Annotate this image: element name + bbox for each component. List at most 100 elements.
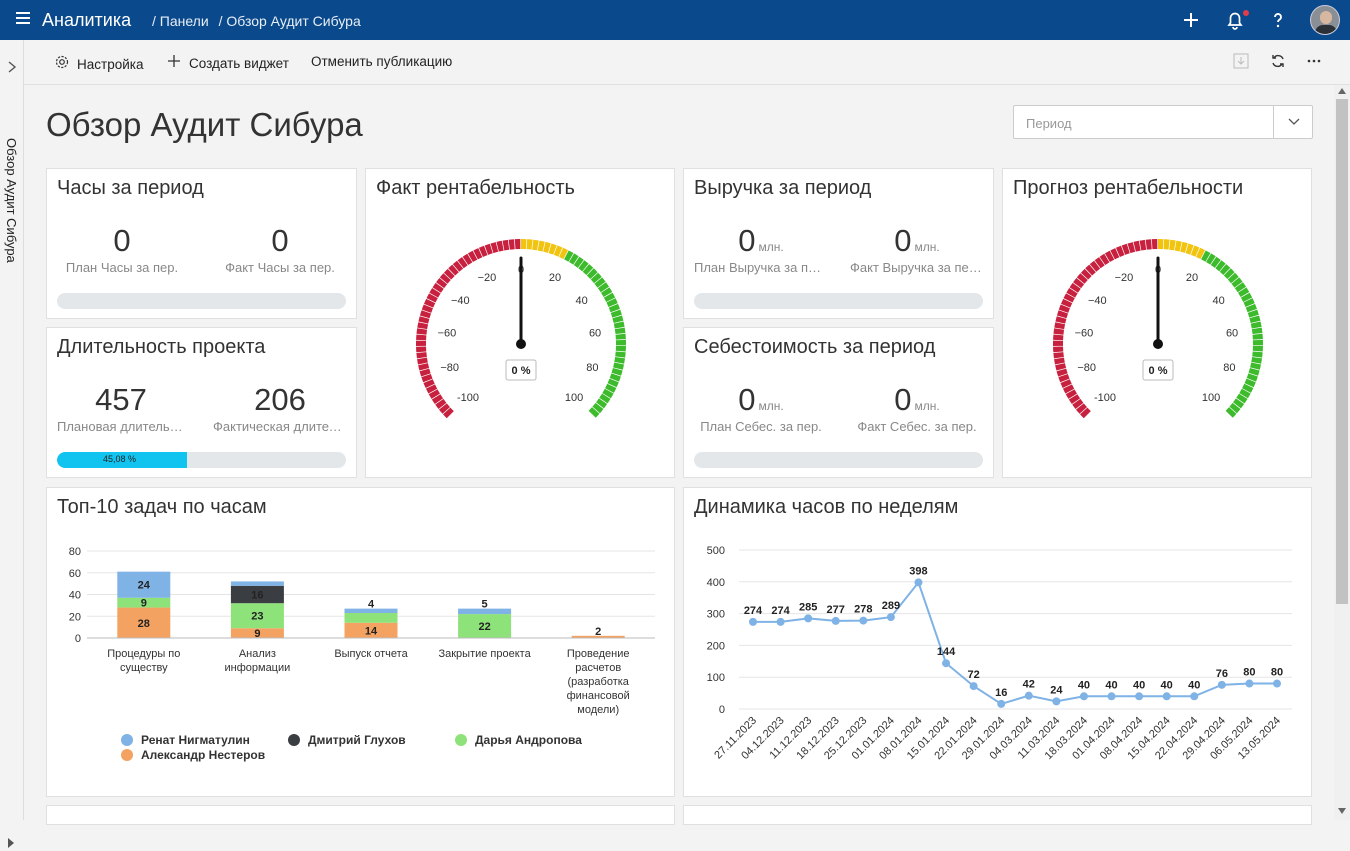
line-point[interactable] [1052, 697, 1061, 706]
scrollbar-thumb[interactable] [1336, 99, 1348, 604]
legend-label[interactable]: Ренат Нигматулин [141, 733, 250, 747]
legend-label[interactable]: Дмитрий Глухов [308, 733, 406, 747]
revenue-fact-label: Факт Выручка за период [850, 260, 984, 275]
forecast-gauge-arc-segment [1252, 345, 1263, 352]
line-point[interactable] [1024, 691, 1033, 700]
cost-plan-value: 0 [738, 382, 756, 417]
forecast-gauge-arc-segment [1053, 352, 1064, 359]
scroll-down-icon[interactable] [1338, 807, 1346, 816]
left-rail: Обзор Аудит Сибура [0, 40, 24, 848]
chevron-down-icon[interactable] [1273, 106, 1313, 138]
bar-segment[interactable] [344, 612, 398, 623]
revenue-plan-label: План Выручка за период [694, 260, 828, 275]
download-icon[interactable] [1230, 52, 1252, 75]
period-select[interactable]: Период [1013, 105, 1313, 139]
help-icon[interactable] [1266, 8, 1290, 32]
plus-icon[interactable] [1179, 8, 1203, 32]
line-point[interactable] [886, 613, 895, 622]
line-point[interactable] [859, 616, 868, 625]
unpublish-button[interactable]: Отменить публикацию [311, 54, 452, 69]
revenue-plan-value: 0 [738, 223, 756, 258]
chevron-right-icon[interactable] [6, 60, 18, 77]
fact-gauge-arc-segment [615, 333, 626, 340]
forecast-gauge-tick-label: −80 [1077, 362, 1096, 374]
line-point[interactable] [1190, 692, 1199, 701]
forecast-gauge-needle-hub [1153, 339, 1163, 349]
forecast-gauge-arc-segment [1251, 327, 1263, 335]
bar-y-tick: 20 [69, 611, 81, 623]
line-point[interactable] [997, 699, 1006, 708]
line-point[interactable] [831, 616, 840, 625]
scroll-up-icon[interactable] [1338, 87, 1346, 96]
menu-icon[interactable] [16, 12, 30, 26]
expand-arrow-icon[interactable] [7, 838, 15, 851]
fact-profitability-gauge: -100−80−60−40−200204060801000 % [416, 239, 626, 419]
cost-title: Себестоимость за период [694, 336, 936, 358]
top-tasks-card: Топ-10 задач по часам 0 20 40 60 80 28 9 24 Проц… [46, 487, 675, 797]
fact-gauge-tick-label: 60 [589, 327, 601, 339]
forecast-gauge-arc-segment [1053, 328, 1065, 335]
bar-y-tick: 80 [69, 546, 81, 558]
forecast-profitability-card: Прогноз рентабельности -100−80−60−40−200… [1002, 168, 1312, 478]
duration-fact-value: 206 [254, 382, 306, 417]
forecast-gauge-tick-label: −40 [1088, 295, 1107, 307]
legend-marker[interactable] [455, 734, 467, 746]
line-point[interactable] [1245, 679, 1254, 688]
legend-marker[interactable] [121, 749, 133, 761]
forecast-gauge-tick-label: −20 [1115, 272, 1134, 284]
legend-label[interactable]: Александр Нестеров [141, 748, 265, 762]
forecast-gauge-tick-label: 20 [1186, 272, 1198, 284]
line-data-label: 40 [1078, 679, 1090, 691]
breadcrumb-panels[interactable]: / Панели [152, 13, 209, 29]
legend-marker[interactable] [121, 734, 133, 746]
line-point[interactable] [1217, 680, 1226, 689]
avatar[interactable] [1310, 5, 1340, 35]
forecast-gauge-tick-label: -100 [1094, 392, 1116, 404]
line-point[interactable] [914, 578, 923, 587]
line-point[interactable] [776, 617, 785, 626]
bar-data-label: 23 [251, 611, 263, 623]
line-y-tick: 0 [719, 704, 725, 716]
line-point[interactable] [1135, 692, 1144, 701]
create-widget-label: Создать виджет [189, 55, 289, 71]
line-point[interactable] [1079, 692, 1088, 701]
weekly-hours-chart: 010020030040050027427.11.202327404.12.20… [707, 545, 1292, 762]
refresh-icon[interactable] [1267, 52, 1289, 75]
rail-title[interactable]: Обзор Аудит Сибура [4, 138, 19, 263]
cost-plan-label: План Себес. за пер. [700, 419, 822, 434]
duration-progress-label: 45,08 % [103, 454, 137, 464]
legend-marker[interactable] [288, 734, 300, 746]
line-point[interactable] [749, 617, 757, 626]
app-title[interactable]: Аналитика [42, 10, 131, 31]
fact-gauge-arc-segment [508, 239, 515, 250]
line-point[interactable] [942, 659, 951, 668]
duration-plan-kpi: 457 Плановая длительность [57, 382, 185, 434]
bar-data-label: 24 [138, 580, 151, 592]
duration-fact-kpi: 206 Фактическая длительность [213, 382, 347, 434]
legend-label[interactable]: Дарья Андропова [475, 733, 582, 747]
duration-progress-bar: 45,08 % [57, 452, 346, 468]
revenue-title: Выручка за период [694, 177, 872, 199]
weekly-hours-card: Динамика часов по неделям 0 100 200 300 400 5… [683, 487, 1312, 797]
scrollbar[interactable] [1334, 85, 1350, 820]
line-point[interactable] [1107, 692, 1116, 701]
cost-progress-bar [694, 452, 983, 468]
fact-gauge-arc-segment [526, 239, 533, 250]
line-y-tick: 100 [707, 672, 725, 684]
line-point[interactable] [969, 682, 978, 691]
more-icon[interactable] [1303, 52, 1325, 75]
create-widget-button[interactable]: Создать виджет [165, 54, 289, 72]
bar-category-label: Анализ информации [225, 648, 291, 674]
line-point[interactable] [1162, 692, 1171, 701]
line-point[interactable] [1273, 679, 1281, 688]
line-point[interactable] [804, 614, 813, 623]
fact-gauge-needle-hub [516, 339, 526, 349]
forecast-gauge-arc-segment [1145, 239, 1152, 250]
fact-gauge-tick-label: −40 [451, 295, 470, 307]
breadcrumb-current[interactable]: / Обзор Аудит Сибура [219, 13, 361, 29]
gear-icon [53, 54, 71, 74]
settings-button[interactable]: Настройка [53, 54, 143, 74]
bar-segment[interactable] [230, 581, 284, 586]
fact-gauge-arc-segment [615, 345, 626, 352]
hours-plan-value: 0 [113, 223, 131, 258]
